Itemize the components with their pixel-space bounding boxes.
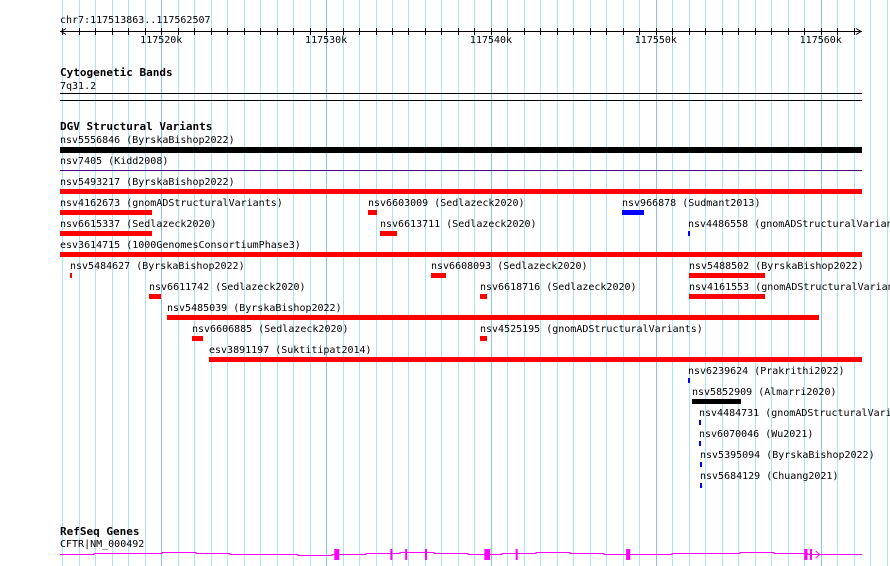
variant-label: nsv4161553 (gnomADStructuralVariants) bbox=[689, 282, 890, 293]
variant-feature[interactable] bbox=[60, 189, 862, 194]
variant-label: nsv4162673 (gnomADStructuralVariants) bbox=[60, 198, 283, 209]
gene-exon bbox=[484, 549, 491, 560]
variant-feature[interactable] bbox=[700, 462, 702, 467]
grid-line bbox=[672, 0, 673, 566]
variant-feature[interactable] bbox=[689, 273, 765, 278]
variant-feature[interactable] bbox=[149, 294, 161, 299]
grid-line bbox=[441, 0, 442, 566]
grid-line bbox=[376, 0, 377, 566]
ruler-tick-label: 117550k bbox=[634, 35, 677, 46]
grid-line bbox=[112, 0, 113, 566]
refseq-track-title[interactable]: RefSeq Genes bbox=[60, 526, 139, 538]
gene-exon bbox=[515, 549, 518, 560]
variant-label: nsv6611742 (Sedlazeck2020) bbox=[149, 282, 306, 293]
grid-line bbox=[343, 0, 344, 566]
ruler-tick-label: 117520k bbox=[140, 35, 183, 46]
variant-feature[interactable] bbox=[700, 483, 702, 488]
variant-feature[interactable] bbox=[431, 273, 446, 278]
grid-line bbox=[359, 0, 360, 566]
variant-label: nsv5852909 (Almarri2020) bbox=[692, 387, 837, 398]
variant-feature[interactable] bbox=[688, 378, 690, 383]
variant-feature[interactable] bbox=[688, 231, 690, 236]
grid-line bbox=[656, 0, 657, 566]
variant-label: nsv4525195 (gnomADStructuralVariants) bbox=[480, 324, 703, 335]
variant-feature[interactable] bbox=[622, 210, 644, 215]
gene-exon bbox=[809, 549, 812, 560]
variant-feature[interactable] bbox=[60, 210, 152, 215]
variant-feature[interactable] bbox=[60, 252, 862, 257]
ruler[interactable] bbox=[0, 0, 890, 60]
ruler-tick-label: 117560k bbox=[799, 35, 842, 46]
variant-feature[interactable] bbox=[70, 273, 72, 278]
variant-label: nsv5556846 (ByrskaBishop2022) bbox=[60, 135, 235, 146]
variant-feature[interactable] bbox=[480, 336, 487, 341]
variant-label: nsv4484731 (gnomADStructuralVariants) bbox=[699, 408, 890, 419]
variant-label: nsv6239624 (Prakrithi2022) bbox=[688, 366, 845, 377]
variant-label: nsv7405 (Kidd2008) bbox=[60, 156, 169, 167]
variant-feature[interactable] bbox=[380, 231, 397, 236]
variant-label: nsv5684129 (Chuang2021) bbox=[700, 471, 839, 482]
cytoband-line-bottom bbox=[60, 100, 862, 101]
cytoband-track-title[interactable]: Cytogenetic Bands bbox=[60, 67, 173, 79]
ruler-tick-label: 117530k bbox=[305, 35, 348, 46]
gene-exon bbox=[405, 549, 408, 560]
grid-line bbox=[145, 0, 146, 566]
variant-label: nsv6613711 (Sedlazeck2020) bbox=[380, 219, 537, 230]
gene-intron-line bbox=[60, 552, 862, 556]
variant-label: nsv966878 (Sudmant2013) bbox=[622, 198, 761, 209]
grid-line bbox=[639, 0, 640, 566]
variant-label: nsv4486558 (gnomADStructuralVariants) bbox=[688, 219, 890, 230]
genome-browser: chr7:117513863..117562507 117520k 117530k… bbox=[0, 0, 890, 566]
grid-line bbox=[128, 0, 129, 566]
grid-line bbox=[408, 0, 409, 566]
variant-label: nsv5488502 (ByrskaBishop2022) bbox=[689, 261, 864, 272]
variant-feature[interactable] bbox=[480, 294, 487, 299]
variant-feature[interactable] bbox=[60, 231, 152, 236]
variant-label: nsv6615337 (Sedlazeck2020) bbox=[60, 219, 217, 230]
grid-line bbox=[310, 0, 311, 566]
grid-line bbox=[474, 0, 475, 566]
variant-label: nsv6606885 (Sedlazeck2020) bbox=[192, 324, 349, 335]
variant-label: nsv6618716 (Sedlazeck2020) bbox=[480, 282, 637, 293]
variant-feature[interactable] bbox=[699, 420, 701, 425]
gene-label[interactable]: CFTR|NM_000492 bbox=[60, 539, 144, 550]
variant-label: nsv5485039 (ByrskaBishop2022) bbox=[167, 303, 342, 314]
grid-line bbox=[425, 0, 426, 566]
grid-line bbox=[458, 0, 459, 566]
grid-line bbox=[326, 0, 327, 566]
ruler-tick-label: 117540k bbox=[469, 35, 513, 46]
variant-feature[interactable] bbox=[209, 357, 862, 362]
variant-label: nsv5484627 (ByrskaBishop2022) bbox=[70, 261, 245, 272]
variant-feature[interactable] bbox=[699, 441, 701, 446]
variant-feature[interactable] bbox=[60, 170, 862, 171]
gene-exon bbox=[626, 549, 631, 560]
variant-label: nsv6603009 (Sedlazeck2020) bbox=[368, 198, 525, 209]
variant-label: nsv5395094 (ByrskaBishop2022) bbox=[700, 450, 875, 461]
variant-label: nsv6608093 (Sedlazeck2020) bbox=[431, 261, 588, 272]
grid-line bbox=[392, 0, 393, 566]
variant-label: esv3891197 (Suktitipat2014) bbox=[209, 345, 372, 356]
variant-label: nsv5493217 (ByrskaBishop2022) bbox=[60, 177, 235, 188]
variant-feature[interactable] bbox=[692, 399, 741, 404]
variant-feature[interactable] bbox=[689, 294, 765, 299]
strand-arrow-icon bbox=[815, 550, 821, 559]
variant-feature[interactable] bbox=[368, 210, 377, 215]
variant-feature[interactable] bbox=[192, 336, 203, 341]
variant-feature[interactable] bbox=[60, 147, 862, 153]
variant-feature[interactable] bbox=[167, 315, 819, 320]
cytoband-label: 7q31.2 bbox=[60, 81, 97, 92]
variant-label: nsv6070046 (Wu2021) bbox=[699, 429, 814, 440]
variant-label: esv3614715 (1000GenomesConsortiumPhase3) bbox=[60, 240, 301, 251]
dgv-track-title[interactable]: DGV Structural Variants bbox=[60, 121, 212, 133]
gene-exon bbox=[334, 549, 340, 560]
cytoband-line-top bbox=[60, 93, 862, 94]
